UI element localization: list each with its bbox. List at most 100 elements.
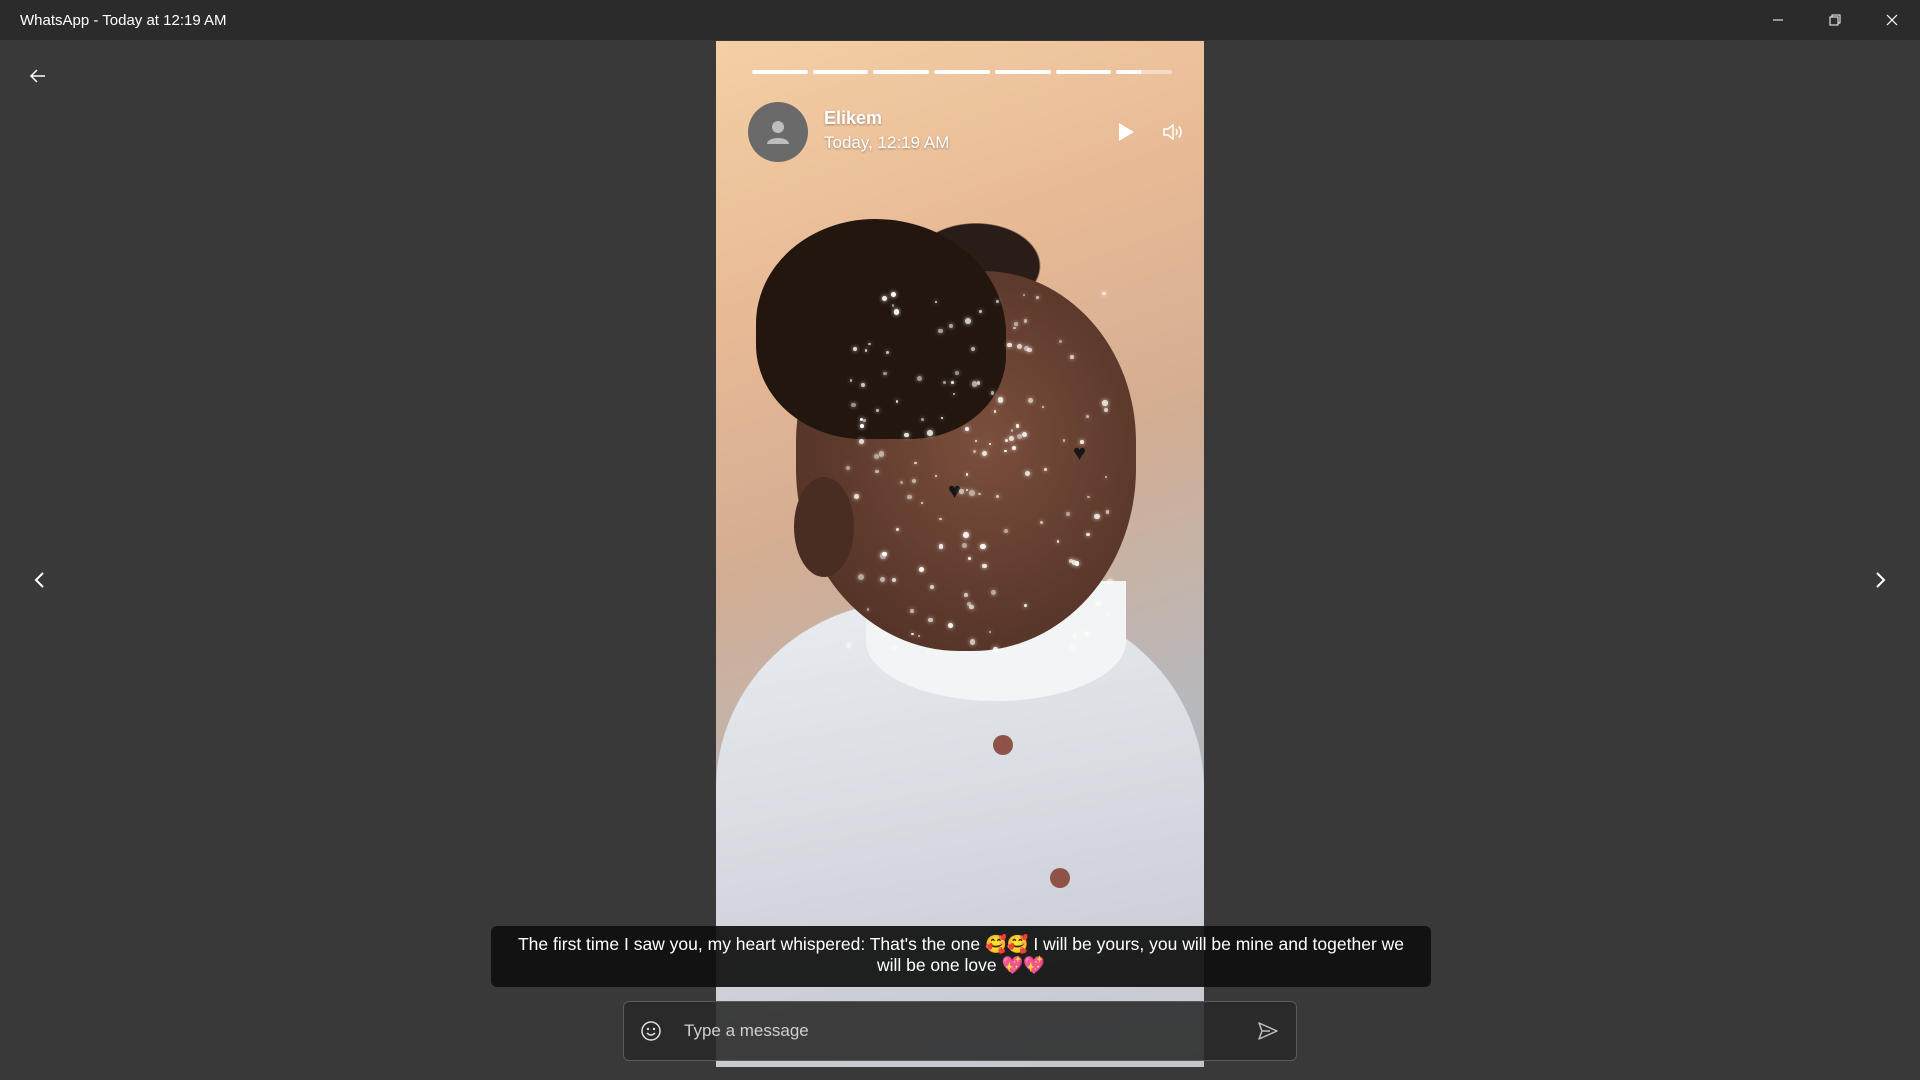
sparkle (891, 577, 897, 582)
sparkle (907, 494, 912, 500)
play-button[interactable] (1110, 116, 1142, 148)
close-icon (1886, 14, 1897, 26)
sparkle (882, 551, 887, 556)
sparkle (934, 474, 937, 478)
sparkle (911, 478, 916, 484)
sparkle (988, 630, 991, 633)
minimize-button[interactable] (1749, 0, 1806, 40)
sparkle (1010, 429, 1014, 432)
sparkle (962, 532, 969, 539)
progress-segment-fill (1055, 70, 1112, 74)
restore-button[interactable] (1806, 0, 1863, 40)
sparkle (928, 617, 933, 623)
status-media[interactable]: ♥ ♥ Elikem Today, 12:19 AM (716, 41, 1204, 1067)
progress-segment (1055, 70, 1112, 74)
sparkle (1027, 397, 1034, 403)
reply-composer (623, 1001, 1297, 1061)
sparkle (948, 323, 953, 328)
sparkle (874, 469, 879, 474)
status-header: Elikem Today, 12:19 AM (748, 102, 1188, 162)
sparkle (1102, 400, 1108, 406)
sparkle (1085, 632, 1089, 636)
photo-shirt-button (993, 735, 1013, 755)
sparkle (1103, 407, 1108, 412)
sparkle (937, 328, 943, 334)
sparkle (858, 439, 864, 445)
sparkle (1014, 322, 1019, 326)
sparkle (955, 371, 959, 375)
sparkle (1071, 559, 1077, 565)
sparkle (1094, 513, 1100, 520)
window-controls (1749, 0, 1920, 40)
sparkle (1008, 435, 1014, 441)
progress-segment-fill (994, 70, 1051, 74)
sparkle (1004, 449, 1007, 453)
sparkle (925, 650, 928, 653)
chevron-left-icon (34, 572, 44, 588)
close-button[interactable] (1863, 0, 1920, 40)
volume-button[interactable] (1158, 116, 1190, 148)
progress-segment (1116, 70, 1173, 74)
sparkle (849, 379, 853, 382)
sparkle (1039, 521, 1043, 525)
sparkle (895, 527, 899, 531)
sparkle (866, 608, 870, 611)
smiley-icon (641, 1021, 661, 1041)
play-icon (1119, 123, 1134, 141)
contact-avatar[interactable] (748, 102, 808, 162)
sparkle (965, 488, 968, 491)
sparkle (965, 473, 968, 476)
next-status-button[interactable] (1860, 560, 1900, 600)
status-caption: The first time I saw you, my heart whisp… (491, 926, 1431, 987)
sparkle (859, 423, 864, 428)
sparkle (876, 409, 879, 412)
status-viewer: ♥ ♥ Elikem Today, 12:19 AM The first tim… (0, 40, 1920, 1080)
progress-segment (994, 70, 1051, 74)
contact-name[interactable]: Elikem (824, 108, 882, 129)
status-progress (752, 70, 1173, 74)
sparkle (1023, 318, 1028, 323)
sparkle (927, 430, 933, 436)
minimize-icon (1772, 19, 1783, 21)
sparkle (1062, 439, 1066, 442)
photo-hair (756, 219, 1006, 439)
window-titlebar: WhatsApp - Today at 12:19 AM (0, 0, 1920, 40)
sparkle (969, 490, 975, 496)
progress-segment-fill (752, 70, 808, 74)
photo-shirt-button (1050, 868, 1070, 888)
restore-icon (1829, 14, 1840, 26)
emoji-button[interactable] (636, 1016, 666, 1046)
sparkle (964, 592, 969, 597)
sparkle (893, 309, 900, 315)
progress-segment-fill (1116, 70, 1142, 74)
sparkle (851, 402, 856, 407)
default-avatar-icon (767, 121, 789, 144)
sparkle (1107, 612, 1111, 616)
status-timestamp: Today, 12:19 AM (824, 133, 950, 152)
sparkle (993, 647, 998, 652)
previous-status-button[interactable] (20, 560, 60, 600)
sparkle (853, 493, 859, 499)
window-title: WhatsApp - Today at 12:19 AM (20, 11, 227, 29)
send-button[interactable] (1252, 1015, 1284, 1047)
sparkle (1106, 578, 1113, 585)
sparkle (868, 342, 871, 346)
sparkle (959, 489, 964, 494)
sparkle (1013, 326, 1016, 330)
sparkle (1070, 355, 1074, 359)
progress-segment (934, 70, 990, 74)
message-input[interactable] (682, 1014, 1222, 1048)
sparkle (891, 304, 894, 307)
sparkle (964, 318, 971, 325)
sparkle (969, 639, 976, 645)
sparkle (996, 495, 999, 498)
sparkle (980, 544, 986, 550)
sparkle (967, 602, 972, 606)
progress-segment (812, 70, 869, 74)
sparkle (1022, 293, 1025, 296)
sparkle (859, 417, 864, 422)
sparkle (1006, 342, 1012, 348)
progress-segment-fill (812, 70, 869, 74)
progress-segment (752, 70, 808, 74)
back-button[interactable] (20, 58, 56, 94)
